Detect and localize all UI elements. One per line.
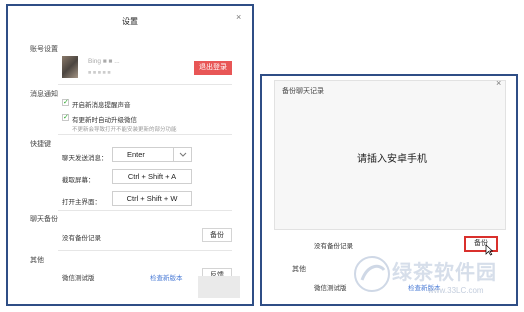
divider (58, 134, 232, 135)
option-auto-update-label: 有更新时自动升级微信 (72, 117, 137, 124)
checkbox-auto-update[interactable]: ✓ (62, 114, 69, 121)
watermark-text: 绿茶软件园 (392, 262, 497, 284)
section-other: 其他 (30, 257, 44, 264)
shortcut-screenshot-field[interactable]: Ctrl + Shift + A (112, 169, 192, 184)
section-shortcut: 快捷键 (30, 141, 51, 148)
backup-dialog-title: 备份聊天记录 (282, 88, 324, 95)
shortcut-send-label: 聊天发送消息： (62, 155, 108, 162)
insert-phone-prompt: 请插入安卓手机 (357, 154, 427, 165)
other-item-label: 微信测试版 (314, 285, 347, 292)
logout-button[interactable]: 退出登录 (194, 61, 232, 75)
overlay-placeholder (198, 276, 240, 298)
close-icon[interactable]: × (236, 12, 241, 22)
backup-empty-text: 没有备份记录 (314, 243, 353, 250)
section-account: 账号设置 (30, 46, 58, 53)
watermark-url: www.33LC.com (428, 286, 484, 295)
shortcut-screenshot-label: 截取屏幕： (62, 177, 95, 184)
close-icon[interactable]: × (496, 78, 501, 88)
section-backup: 聊天备份 (30, 216, 58, 223)
chevron-down-icon[interactable] (173, 148, 191, 161)
shortcut-open-label: 打开主界面： (62, 199, 101, 206)
divider (58, 210, 232, 211)
watermark-logo-icon (354, 256, 390, 292)
account-username: Bing ■ ■ ... (88, 58, 120, 65)
update-hint: 不更新会导致打开不能安装更新的部分功能 (72, 127, 177, 133)
section-notify: 消息通知 (30, 91, 58, 98)
other-item-label: 微信测试版 (62, 275, 95, 282)
backup-empty-text: 没有备份记录 (62, 235, 101, 242)
check-update-link[interactable]: 检查新版本 (150, 272, 183, 282)
divider (58, 84, 232, 85)
section-other: 其他 (292, 266, 306, 273)
mouse-cursor-icon (485, 244, 493, 256)
divider (58, 250, 232, 251)
shortcut-open-field[interactable]: Ctrl + Shift + W (112, 191, 192, 206)
backup-button[interactable]: 备份 (202, 228, 232, 242)
checkbox-sound[interactable]: ✓ (62, 99, 69, 106)
avatar (62, 56, 78, 78)
shortcut-send-value: Enter (127, 150, 145, 159)
account-subtext: ■ ■ ■ ■ ■ (88, 70, 111, 76)
option-sound-label: 开启新消息提醒声音 (72, 102, 131, 109)
settings-title: 设置 (122, 17, 138, 26)
